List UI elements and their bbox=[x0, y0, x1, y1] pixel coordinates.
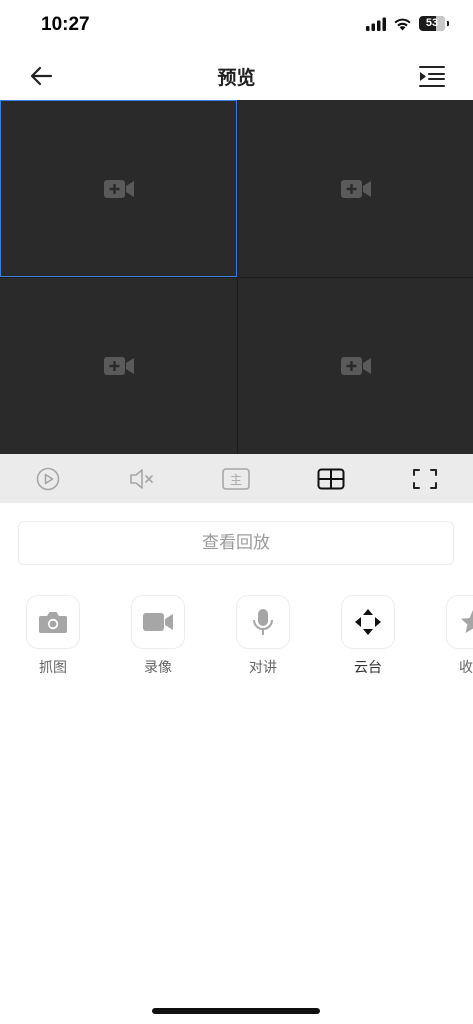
mute-button[interactable] bbox=[126, 463, 158, 495]
playback-control-bar: 主 bbox=[0, 454, 473, 503]
channel-list-button[interactable] bbox=[418, 62, 446, 90]
snapshot-button[interactable]: 抓图 bbox=[23, 595, 83, 677]
video-window-2[interactable] bbox=[238, 100, 473, 277]
home-indicator bbox=[152, 1008, 320, 1014]
ptz-button[interactable]: 云台 bbox=[338, 595, 398, 677]
ptz-icon-box[interactable] bbox=[341, 595, 395, 649]
microphone-icon bbox=[253, 609, 273, 635]
status-bar: 10:27 53 bbox=[0, 0, 473, 52]
battery-level: 53 bbox=[425, 17, 439, 29]
stream-label: 主 bbox=[230, 473, 242, 487]
list-menu-icon bbox=[419, 66, 445, 87]
ptz-direction-icon bbox=[355, 609, 381, 635]
play-button[interactable] bbox=[32, 463, 64, 495]
snapshot-label: 抓图 bbox=[39, 660, 67, 676]
favorite-label: 收藏 bbox=[459, 660, 473, 676]
stream-switch-button[interactable]: 主 bbox=[220, 463, 252, 495]
fullscreen-icon bbox=[413, 469, 437, 489]
battery-cap bbox=[447, 21, 449, 26]
star-icon bbox=[461, 610, 473, 633]
layout-switch-button[interactable] bbox=[315, 463, 347, 495]
cellular-signal-icon bbox=[366, 17, 386, 31]
video-grid bbox=[0, 100, 473, 454]
camera-add-icon[interactable] bbox=[340, 179, 371, 199]
battery-indicator: 53 bbox=[419, 16, 445, 31]
status-time: 10:27 bbox=[41, 14, 90, 35]
camera-add-icon[interactable] bbox=[103, 179, 134, 199]
intercom-button[interactable]: 对讲 bbox=[233, 595, 293, 677]
mute-icon bbox=[130, 469, 153, 489]
intercom-icon-box[interactable] bbox=[236, 595, 290, 649]
video-camera-icon bbox=[143, 613, 173, 631]
video-window-4[interactable] bbox=[238, 278, 473, 454]
favorite-button[interactable]: 收藏 bbox=[443, 595, 473, 677]
page-title: 预览 bbox=[217, 67, 256, 89]
favorite-icon-box[interactable] bbox=[446, 595, 473, 649]
view-playback-button[interactable]: 查看回放 bbox=[18, 521, 454, 565]
intercom-label: 对讲 bbox=[249, 660, 277, 676]
camera-add-icon[interactable] bbox=[103, 356, 134, 376]
record-label: 录像 bbox=[144, 660, 172, 676]
status-icons: 53 bbox=[366, 16, 449, 31]
record-icon-box[interactable] bbox=[131, 595, 185, 649]
fullscreen-button[interactable] bbox=[409, 463, 441, 495]
function-toolbar: 抓图 录像 对讲 云台 收 bbox=[0, 595, 473, 685]
video-window-1[interactable] bbox=[0, 100, 237, 277]
nav-bar: 预览 bbox=[0, 52, 473, 100]
camera-add-icon[interactable] bbox=[340, 356, 371, 376]
wifi-icon bbox=[394, 18, 411, 30]
ptz-label: 云台 bbox=[354, 660, 382, 676]
main-stream-icon: 主 bbox=[222, 468, 250, 490]
quad-layout-icon bbox=[317, 468, 345, 490]
video-window-3[interactable] bbox=[0, 278, 237, 454]
play-icon bbox=[36, 467, 60, 491]
snapshot-icon-box[interactable] bbox=[26, 595, 80, 649]
record-button[interactable]: 录像 bbox=[128, 595, 188, 677]
camera-icon bbox=[39, 612, 67, 633]
